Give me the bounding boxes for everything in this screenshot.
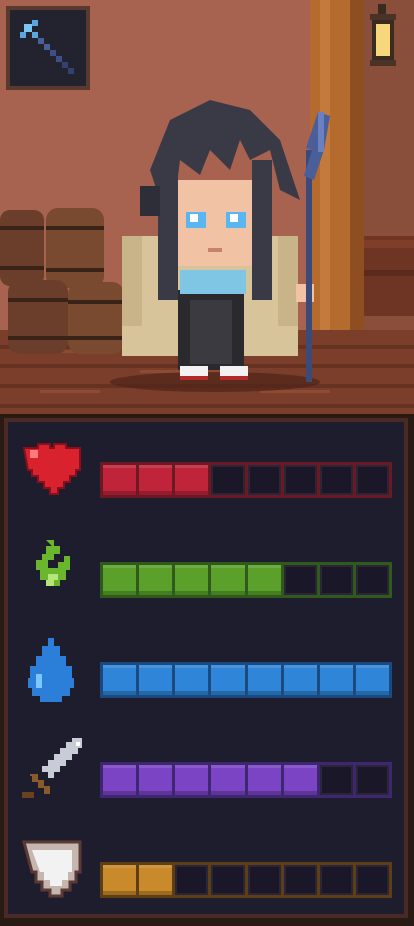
- health-segment: [283, 465, 317, 495]
- health-segment: [355, 465, 389, 495]
- attack-bar: [100, 762, 392, 798]
- mana-segment: [139, 665, 173, 695]
- defense-bar: [100, 862, 392, 898]
- mana-segment: [319, 665, 353, 695]
- stamina-segment: [211, 565, 245, 595]
- stamina-segment: [139, 565, 173, 595]
- mana-segment: [211, 665, 245, 695]
- mana-segment: [283, 665, 317, 695]
- health-segment: [319, 465, 353, 495]
- attack-segment: [355, 765, 389, 795]
- attack-segment: [175, 765, 209, 795]
- defense-segment: [175, 865, 209, 895]
- defense-segment: [139, 865, 173, 895]
- defense-value: 2: [8, 826, 9, 827]
- defense-segment: [247, 865, 281, 895]
- defense-segment: [211, 865, 245, 895]
- equipped-item-slot[interactable]: [6, 6, 90, 90]
- magic-staff-icon: [20, 20, 74, 74]
- stat-row-attack: 6: [8, 726, 412, 826]
- defense-segment: [319, 865, 353, 895]
- stat-row-stamina: 5: [8, 526, 412, 626]
- attack-segment: [247, 765, 281, 795]
- defense-segment: [283, 865, 317, 895]
- defense-segment: [103, 865, 137, 895]
- attack-segment: [319, 765, 353, 795]
- mana-segment: [175, 665, 209, 695]
- health-bar: [100, 462, 392, 498]
- mana-bar: [100, 662, 392, 698]
- stamina-segment: [247, 565, 281, 595]
- stat-row-health: 3: [8, 426, 412, 526]
- attack-segment: [139, 765, 173, 795]
- health-value: 3: [8, 426, 9, 427]
- stat-row-mana: 8: [8, 626, 412, 726]
- health-segment: [211, 465, 245, 495]
- health-segment: [175, 465, 209, 495]
- stamina-segment: [103, 565, 137, 595]
- mana-value: 8: [8, 626, 9, 627]
- health-segment: [103, 465, 137, 495]
- attack-segment: [283, 765, 317, 795]
- flame-icon: [16, 534, 88, 606]
- stamina-segment: [355, 565, 389, 595]
- mana-segment: [355, 665, 389, 695]
- water-drop-icon: [16, 634, 88, 706]
- stamina-segment: [319, 565, 353, 595]
- attack-segment: [103, 765, 137, 795]
- stamina-segment: [283, 565, 317, 595]
- stamina-segment: [175, 565, 209, 595]
- stamina-bar: [100, 562, 392, 598]
- stat-row-defense: 2: [8, 826, 412, 926]
- game-scene: [0, 0, 414, 414]
- stamina-value: 5: [8, 526, 9, 527]
- heart-icon: [16, 434, 88, 506]
- attack-segment: [211, 765, 245, 795]
- shield-icon: [16, 834, 88, 906]
- health-segment: [247, 465, 281, 495]
- sword-icon: [16, 734, 88, 806]
- mana-segment: [103, 665, 137, 695]
- attack-value: 6: [8, 726, 9, 727]
- health-segment: [139, 465, 173, 495]
- defense-segment: [355, 865, 389, 895]
- stats-panel: 3 5 8 6: [4, 418, 408, 918]
- mana-segment: [247, 665, 281, 695]
